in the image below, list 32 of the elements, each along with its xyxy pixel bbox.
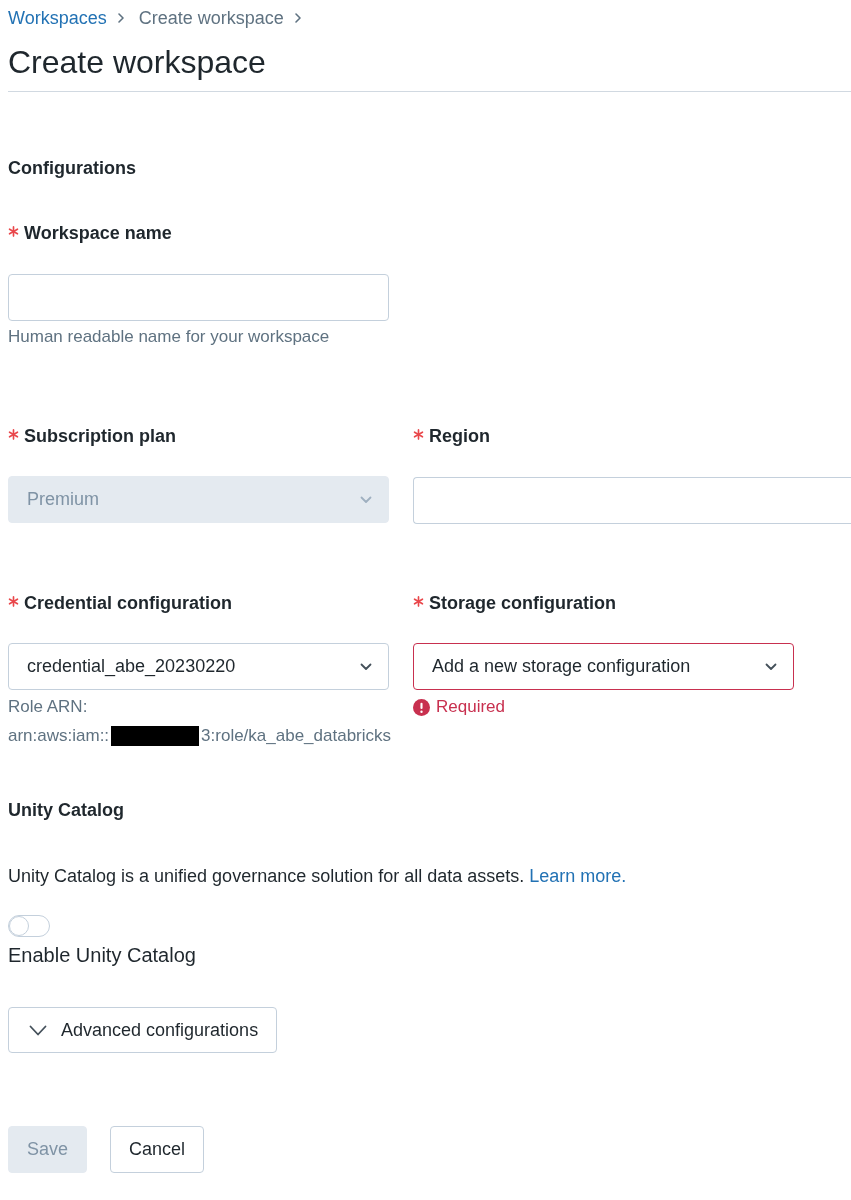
field-label: Storage configuration [429,592,616,614]
chevron-down-icon [765,662,777,671]
role-arn-text: 3:role/ka_abe_databricks [201,725,392,747]
chevron-right-icon [293,12,302,24]
learn-more-link[interactable]: Learn more. [529,866,627,886]
dropdown-select[interactable]: Add a new storage configuration [413,643,794,690]
error-message: Required [436,697,505,717]
field-label: Credential configuration [24,592,232,614]
chevron-right-icon [116,12,125,24]
cancel-button[interactable]: Cancel [110,1126,205,1173]
field-label: Subscription plan [24,425,176,447]
role-arn-text: arn:aws:iam:: [8,725,110,747]
chevron-down-icon [360,662,372,671]
breadcrumb-link[interactable]: Workspaces [8,7,107,29]
text-input-field[interactable] [413,477,851,524]
error-icon [413,698,430,716]
section-heading: Configurations [8,157,136,180]
field-label: Workspace name [24,222,172,244]
breadcrumb-item: Create workspace [138,7,284,29]
page-title: Create workspace [8,43,266,82]
section-heading: Unity Catalog [8,799,124,822]
dropdown-select[interactable]: credential_abe_20230220 [8,643,389,690]
toggle-label: Enable Unity Catalog [8,943,196,968]
role-arn-label: Role ARN: [8,696,88,718]
chevron-down-icon [29,1024,47,1036]
toggle-switch[interactable] [8,915,50,937]
text-input-field[interactable] [8,274,389,321]
description-text: Unity Catalog is a unified governance solution for all data assets. Learn more. [8,865,627,888]
chevron-down-icon [360,495,372,504]
field-label: Region [429,425,490,447]
help-text: Human readable name for your workspace [8,326,330,348]
advanced-configurations-button[interactable]: Advanced configurations [8,1007,278,1053]
